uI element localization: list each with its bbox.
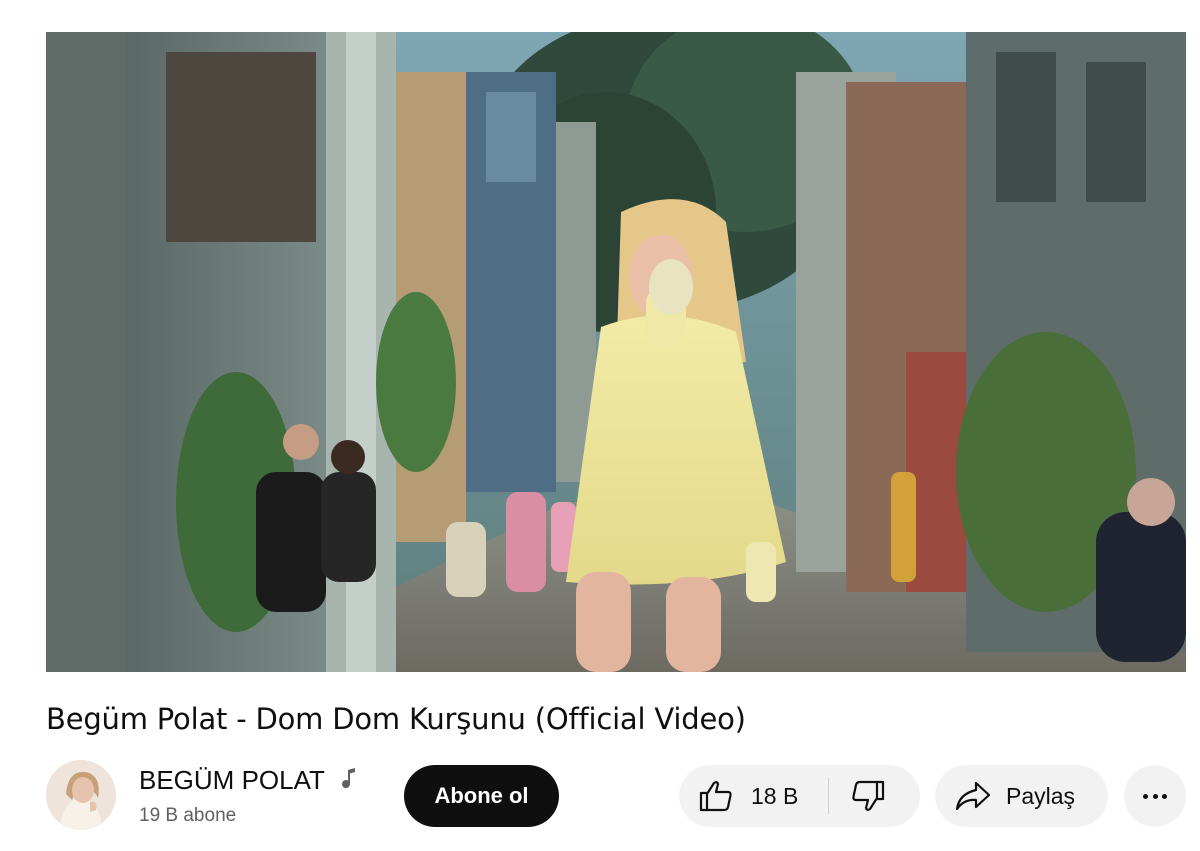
thumbs-down-icon: [852, 780, 885, 811]
share-label: Paylaş: [1006, 783, 1076, 809]
video-frame: [46, 32, 1186, 672]
more-horizontal-icon: [1143, 794, 1148, 799]
more-dot: [1152, 794, 1158, 799]
subscribe-button[interactable]: Abone ol: [404, 765, 559, 827]
like-count: 18 B: [751, 783, 799, 809]
share-button[interactable]: Paylaş: [935, 765, 1108, 827]
like-dislike-bar: 18 B: [679, 765, 920, 827]
like-button[interactable]: 18 B: [679, 765, 829, 827]
channel-name[interactable]: BEGÜM POLAT: [139, 764, 325, 796]
channel-avatar[interactable]: [46, 760, 116, 830]
share-arrow-icon: [955, 781, 991, 811]
subscriber-count: 19 B abone: [139, 805, 237, 826]
dislike-button[interactable]: [829, 765, 920, 827]
music-note-icon: [342, 768, 355, 789]
video-title: Begüm Polat - Dom Dom Kurşunu (Official …: [46, 702, 746, 736]
more-dot: [1162, 794, 1167, 799]
thumbs-up-icon: [699, 781, 732, 812]
more-actions-button[interactable]: [1124, 765, 1186, 827]
video-player[interactable]: [46, 32, 1186, 672]
